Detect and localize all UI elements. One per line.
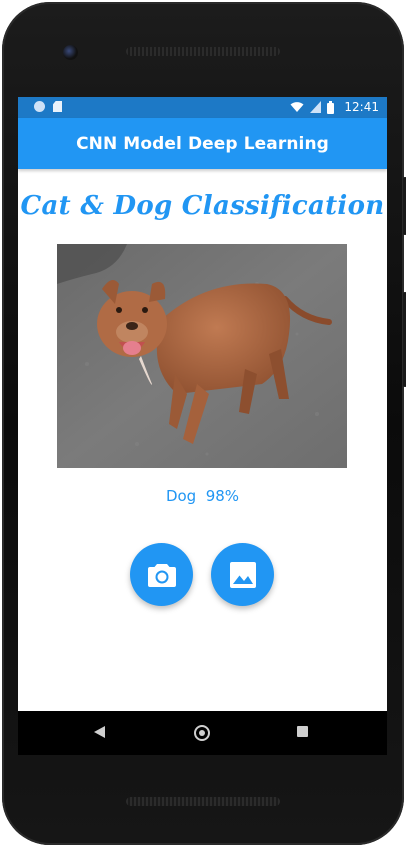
recents-square-icon[interactable] [297, 726, 308, 737]
gallery-button[interactable] [211, 543, 274, 606]
app-bar: CNN Model Deep Learning [18, 118, 387, 169]
app-screen: 12:41 CNN Model Deep Learning Cat & Dog … [18, 97, 387, 711]
image-icon [229, 561, 256, 588]
page-headline: Cat & Dog Classification [20, 191, 385, 221]
status-time: 12:41 [344, 100, 379, 114]
status-bar: 12:41 [18, 97, 387, 118]
battery-icon [327, 100, 335, 114]
back-triangle-icon[interactable] [94, 726, 105, 738]
notification-dot-icon [34, 101, 45, 112]
dog-photo [57, 244, 347, 468]
wifi-icon [290, 102, 304, 112]
signal-icon [310, 101, 322, 113]
sd-card-icon [53, 101, 62, 112]
system-nav-bar [18, 711, 387, 755]
camera-icon [147, 563, 176, 587]
earpiece-speaker [126, 47, 280, 56]
app-bar-title: CNN Model Deep Learning [76, 133, 329, 154]
home-circle-icon[interactable] [194, 725, 210, 741]
classified-image [57, 244, 347, 468]
camera-button[interactable] [130, 543, 193, 606]
front-camera [63, 45, 78, 60]
bottom-speaker [126, 797, 280, 806]
prediction-result: Dog 98% [165, 487, 240, 505]
